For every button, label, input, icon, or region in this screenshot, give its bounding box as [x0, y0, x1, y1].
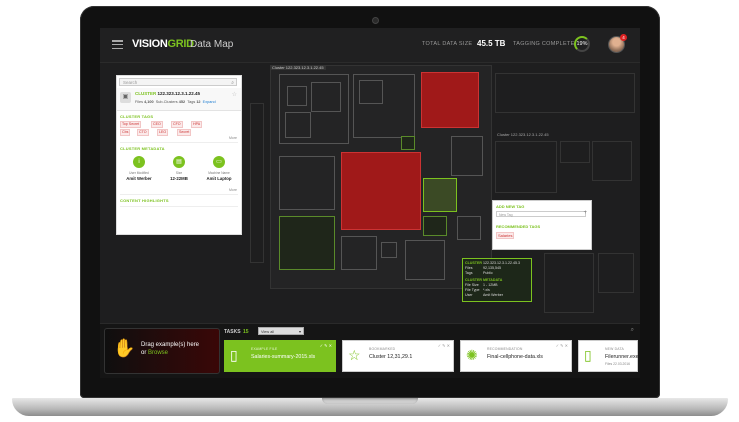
more-metadata-link[interactable]: More: [229, 188, 237, 192]
cluster-id: 122.323.12.3.1.22.45: [157, 91, 201, 96]
notification-badge[interactable]: 4: [620, 34, 627, 41]
task-card-example-file[interactable]: ▯ EXAMPLE FILE Salaries-summary-2015.xls…: [224, 340, 336, 372]
tag-chip[interactable]: LEO: [157, 129, 169, 136]
add-tag-title: ADD NEW TAG: [496, 204, 525, 209]
metadata-size-value: 12-22MB: [170, 176, 188, 181]
cluster-right-label: Cluster 122.323.12.3.1.22.45: [497, 132, 549, 137]
tag-chip[interactable]: Top Secret: [120, 121, 142, 128]
recommended-tag-chip[interactable]: Salaries: [496, 232, 515, 239]
card-actions[interactable]: ✓ ✎ ✕: [556, 343, 568, 348]
top-bar: VISIONGRID Data Map TOTAL DATA SIZE 45.5…: [100, 28, 640, 63]
tag-chip[interactable]: CFO: [171, 121, 183, 128]
logo: VISIONGRID: [132, 38, 194, 50]
cluster-header: ▣ CLUSTER 122.323.12.3.1.22.45 Files 4,1…: [117, 88, 241, 111]
tasks-count: 15: [243, 329, 249, 335]
total-data-size-label: TOTAL DATA SIZE: [422, 41, 473, 47]
task-card-bookmarked[interactable]: ☆ BOOKMARKED Cluster 12,31,29.1 ✓ ✎ ✕: [342, 340, 454, 372]
cluster-tooltip: CLUSTER 122.323.12.3.1.22.45.3 Files 92,…: [462, 258, 532, 302]
card-actions[interactable]: ✓ ✎ ✕: [438, 343, 450, 348]
hand-drag-icon: ✋: [113, 338, 136, 358]
cluster-metadata-title: CLUSTER METADATA: [120, 146, 165, 151]
tag-chip[interactable]: Cbs: [120, 129, 131, 136]
laptop-notch: [322, 398, 418, 404]
star-icon: ☆: [348, 347, 361, 363]
new-tag-input[interactable]: New Tag: [496, 211, 586, 217]
search-icon[interactable]: ⌕: [231, 79, 234, 87]
metadata-user-value: Amit Werber: [126, 176, 152, 181]
tagging-complete-label: TAGGING COMPLETE: [513, 41, 575, 47]
metadata-machine-value: Amit Laptop: [206, 176, 232, 181]
alert-cluster[interactable]: [421, 72, 479, 128]
card-actions[interactable]: ✓ ✎ ✕: [320, 343, 332, 348]
treemap-cluster-label: Cluster 122.323.12.3.1.22.45: [270, 65, 326, 70]
tag-chip[interactable]: CTO: [137, 129, 149, 136]
cluster-icon: ▣: [120, 92, 131, 103]
laptop-icon: ▭: [213, 156, 225, 168]
chevron-down-icon: ▾: [298, 329, 301, 334]
bookmark-star-icon[interactable]: ☆: [232, 91, 237, 98]
file-drop-zone[interactable]: ✋ Drag example(s) here or Browse: [104, 328, 220, 374]
expand-link[interactable]: Expand: [203, 100, 216, 104]
app-screen: VISIONGRID Data Map TOTAL DATA SIZE 45.5…: [100, 28, 640, 378]
file-icon: ▤: [173, 156, 185, 168]
view-filter-select[interactable]: View all ▾: [258, 327, 304, 335]
webcam: [372, 17, 379, 24]
more-tags-link[interactable]: More: [229, 136, 237, 140]
tasks-label: TASKS: [224, 329, 241, 335]
lightbulb-icon: ✺: [466, 347, 478, 363]
tag-chip[interactable]: HPA: [191, 121, 203, 128]
hamburger-menu-icon[interactable]: [112, 40, 123, 50]
task-card-new-data[interactable]: ▯ NEW DATA Filerunner.exe Files 22.03.20…: [578, 340, 639, 372]
add-tag-popup: ADD NEW TAG New Tag + RECOMMENDED TAGS S…: [492, 200, 592, 250]
recommended-tags-title: RECOMMENDED TAGS: [496, 224, 541, 229]
cluster-info-panel: Search ⌕ ▣ CLUSTER 122.323.12.3.1.22.45 F…: [116, 75, 242, 235]
cluster-treemap[interactable]: [270, 65, 492, 289]
user-icon: i: [133, 156, 145, 168]
cluster-tags-title: CLUSTER TAGS: [120, 114, 154, 119]
total-data-size-value: 45.5 TB: [477, 39, 506, 48]
file-icon: ▯: [584, 347, 592, 363]
drop-instruction: Drag example(s) here: [141, 342, 200, 348]
page-title: Data Map: [190, 39, 234, 50]
content-highlights-title[interactable]: CONTENT HIGHLIGHTS: [120, 198, 169, 203]
task-card-recommendation[interactable]: ✺ RECOMMENDATION Final-cellphone-data.xl…: [460, 340, 572, 372]
task-bar: ✋ Drag example(s) here or Browse TASKS 1…: [100, 323, 640, 378]
selected-cluster[interactable]: [423, 178, 457, 212]
add-tag-plus-icon[interactable]: +: [583, 210, 587, 216]
search-input[interactable]: Search ⌕: [119, 78, 237, 86]
tag-chip[interactable]: CEO: [151, 121, 163, 128]
search-icon[interactable]: ⌕: [631, 327, 634, 334]
alert-cluster-large[interactable]: [341, 152, 421, 230]
browse-link[interactable]: Browse: [148, 350, 168, 356]
tagging-progress-ring: 19%: [574, 36, 590, 52]
tag-chip[interactable]: Secret: [177, 129, 192, 136]
data-map[interactable]: Cluster 122.323.12.3.1.22.45 Cluster 122…: [100, 63, 640, 323]
file-icon: ▯: [230, 347, 238, 363]
